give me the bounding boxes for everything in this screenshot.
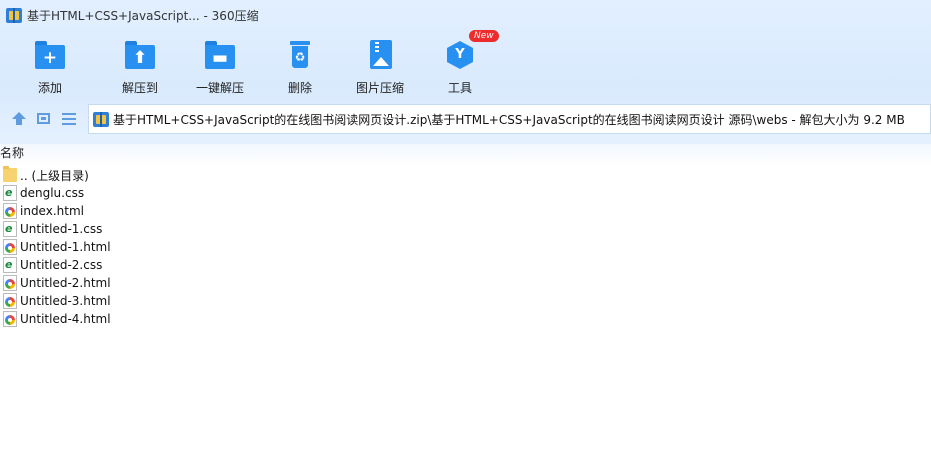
- list-item[interactable]: Untitled-4.html: [0, 310, 931, 328]
- extract-to-button[interactable]: ⬆ 解压到: [100, 35, 180, 97]
- css-file-icon: [3, 257, 17, 273]
- list-item[interactable]: index.html: [0, 202, 931, 220]
- file-name: Untitled-1.css: [20, 222, 103, 236]
- file-name: Untitled-2.css: [20, 258, 103, 272]
- list-item[interactable]: Untitled-2.html: [0, 274, 931, 292]
- extract-to-label: 解压到: [121, 81, 158, 95]
- tools-label: 工具: [447, 81, 472, 95]
- folder-icon: [3, 166, 17, 182]
- delete-button[interactable]: ♻ 删除: [260, 35, 340, 97]
- title-bar: 基于HTML+CSS+JavaScript... - 360压缩: [0, 0, 931, 30]
- list-item[interactable]: Untitled-2.css: [0, 256, 931, 274]
- add-icon: +: [34, 39, 66, 71]
- thumbnail-view-button[interactable]: [31, 106, 57, 132]
- image-compress-button[interactable]: 图片压缩: [340, 35, 420, 97]
- list-view-button[interactable]: [57, 106, 83, 132]
- new-badge: New: [469, 30, 499, 42]
- file-name: denglu.css: [20, 186, 85, 200]
- file-name: Untitled-3.html: [20, 294, 111, 308]
- one-click-extract-label: 一键解压: [195, 81, 244, 95]
- window-title: 基于HTML+CSS+JavaScript... - 360压缩: [27, 8, 259, 23]
- html-file-icon: [3, 293, 17, 309]
- add-button-label: 添加: [37, 81, 62, 95]
- css-file-icon: [3, 221, 17, 237]
- html-file-icon: [3, 311, 17, 327]
- address-bar[interactable]: 基于HTML+CSS+JavaScript的在线图书阅读网页设计.zip\基于H…: [88, 104, 931, 134]
- file-rows: .. (上级目录) denglu.css index.html Untitled…: [0, 166, 931, 328]
- add-button[interactable]: + 添加: [0, 35, 100, 97]
- app-logo-icon: [6, 7, 22, 23]
- address-path: 基于HTML+CSS+JavaScript的在线图书阅读网页设计.zip\基于H…: [113, 112, 905, 127]
- toolbar: + 添加 ⬆ 解压到 ▬ 一键解压 ♻ 删除 图片压缩 Y New 工具: [0, 30, 500, 97]
- extract-to-icon: ⬆: [124, 39, 156, 71]
- list-item[interactable]: Untitled-3.html: [0, 292, 931, 310]
- file-name: index.html: [20, 204, 84, 218]
- file-name: Untitled-1.html: [20, 240, 111, 254]
- css-file-icon: [3, 185, 17, 201]
- html-file-icon: [3, 239, 17, 255]
- tools-icon: Y: [444, 39, 476, 71]
- navigation-row: 基于HTML+CSS+JavaScript的在线图书阅读网页设计.zip\基于H…: [0, 104, 931, 134]
- up-level-button[interactable]: [5, 106, 31, 132]
- one-click-extract-button[interactable]: ▬ 一键解压: [180, 35, 260, 97]
- column-header-name[interactable]: 名称: [0, 144, 931, 166]
- file-name: .. (上级目录): [20, 168, 89, 183]
- top-panel: 基于HTML+CSS+JavaScript... - 360压缩 + 添加 ⬆ …: [0, 0, 931, 162]
- thumbnail-view-icon: [37, 113, 50, 124]
- file-name: Untitled-4.html: [20, 312, 111, 326]
- file-list: 名称 .. (上级目录) denglu.css index.html Untit…: [0, 144, 931, 328]
- list-item[interactable]: Untitled-1.css: [0, 220, 931, 238]
- list-item[interactable]: Untitled-1.html: [0, 238, 931, 256]
- html-file-icon: [3, 203, 17, 219]
- list-item[interactable]: .. (上级目录): [0, 166, 931, 184]
- image-compress-icon: [364, 39, 396, 71]
- image-compress-label: 图片压缩: [355, 81, 404, 95]
- delete-icon: ♻: [284, 39, 316, 71]
- up-arrow-icon: [12, 112, 26, 119]
- html-file-icon: [3, 275, 17, 291]
- file-name: Untitled-2.html: [20, 276, 111, 290]
- one-click-extract-icon: ▬: [204, 39, 236, 71]
- archive-icon: [93, 111, 109, 127]
- delete-label: 删除: [287, 81, 312, 95]
- list-item[interactable]: denglu.css: [0, 184, 931, 202]
- list-view-icon: [62, 113, 76, 125]
- tools-button[interactable]: Y New 工具: [420, 30, 500, 97]
